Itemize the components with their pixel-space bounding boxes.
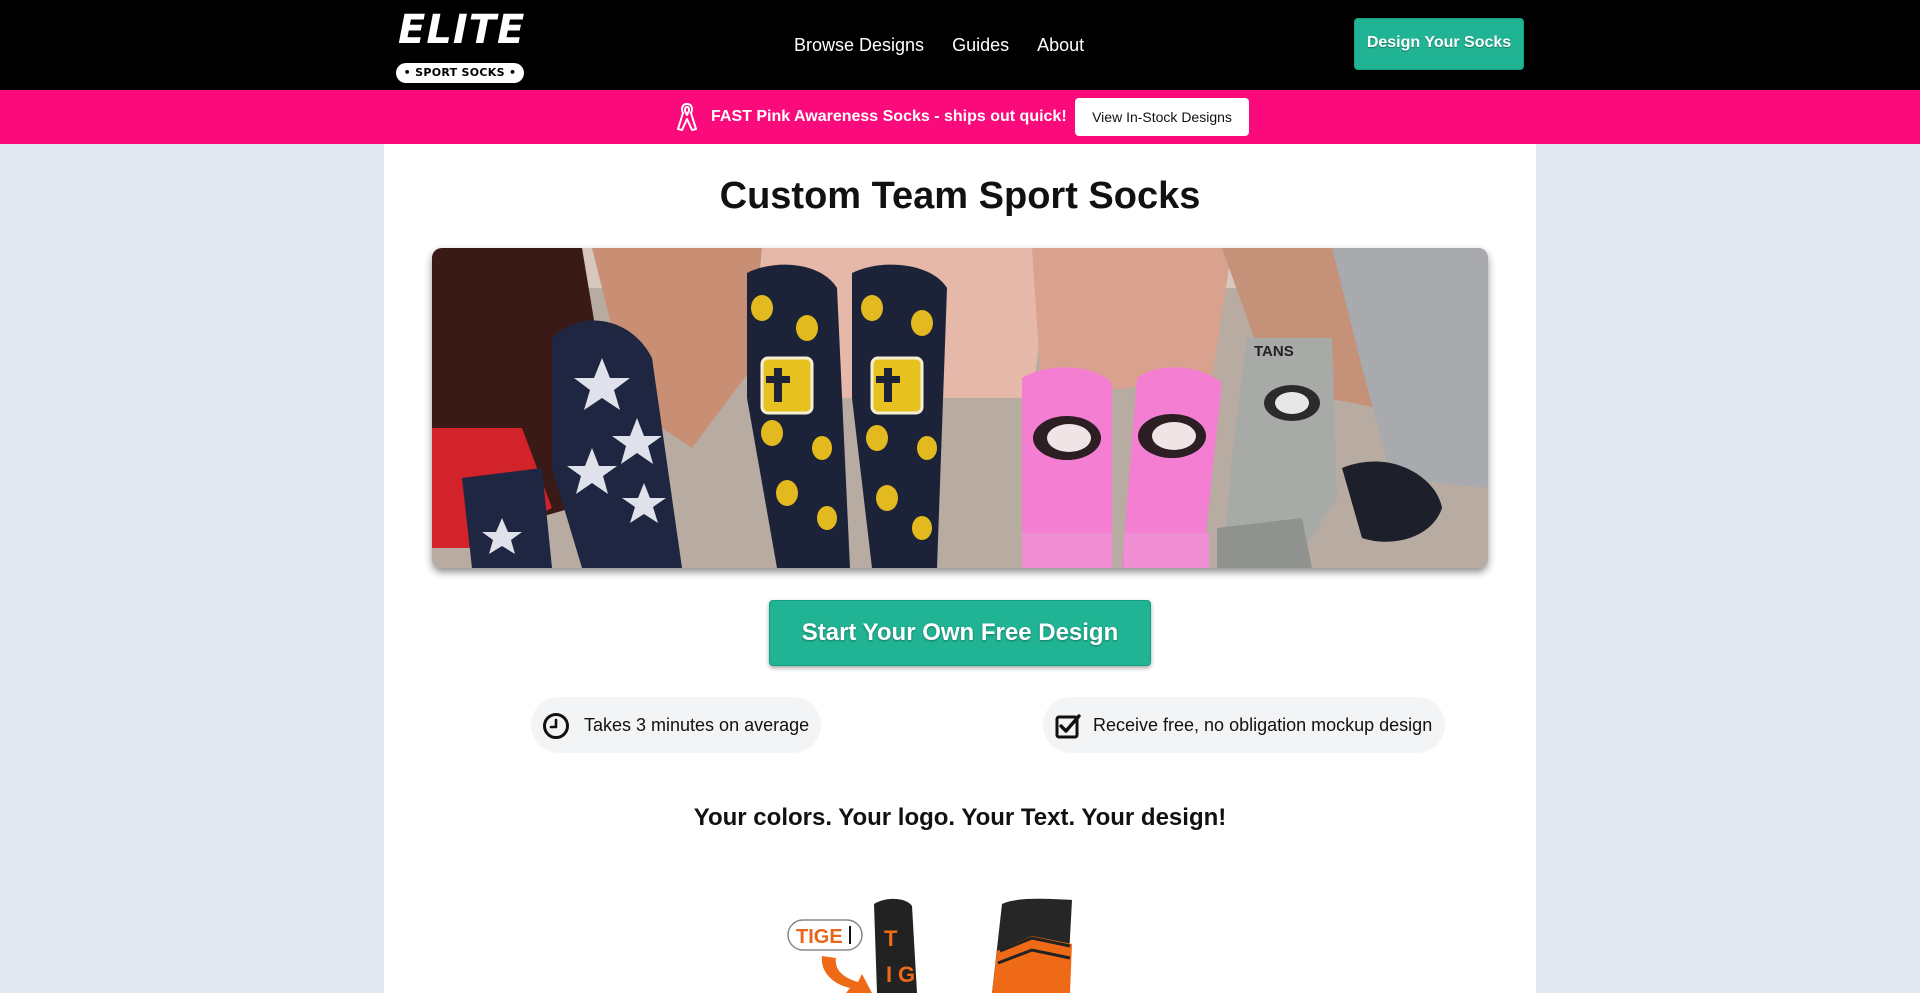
design-your-socks-button[interactable]: Design Your Socks [1354, 18, 1524, 70]
svg-text:TANS: TANS [1254, 343, 1294, 360]
svg-text:I: I [886, 962, 892, 987]
feature-time-estimate: Takes 3 minutes on average [531, 697, 821, 753]
svg-text:T: T [884, 926, 898, 951]
feature-text: Takes 3 minutes on average [584, 715, 810, 735]
hero-socks-photo: TANS [432, 248, 1488, 568]
start-free-design-button[interactable]: Start Your Own Free Design [769, 600, 1151, 666]
logo-subtitle: • SPORT SOCKS • [396, 63, 524, 83]
svg-text:G: G [898, 962, 915, 987]
view-in-stock-designs-button[interactable]: View In-Stock Designs [1075, 98, 1249, 136]
checkbox-checked-icon [1055, 714, 1081, 739]
awareness-ribbon-icon [677, 103, 697, 131]
nav-browse-designs[interactable]: Browse Designs [794, 30, 924, 60]
elite-sport-socks-logo[interactable]: ELITE • SPORT SOCKS • [394, 6, 526, 84]
preview-text-input: TIGE [796, 926, 843, 948]
clock-icon [543, 713, 569, 739]
logo-wordmark: ELITE [398, 7, 526, 53]
nav-about[interactable]: About [1037, 30, 1084, 60]
page-title: Custom Team Sport Socks [719, 175, 1201, 217]
main-nav: Browse Designs Guides About [794, 30, 1084, 60]
design-tagline: Your colors. Your logo. Your Text. Your … [693, 804, 1227, 831]
feature-free-mockup: Receive free, no obligation mockup desig… [1043, 697, 1445, 753]
promo-text: FAST Pink Awareness Socks - ships out qu… [711, 108, 1067, 125]
feature-text: Receive free, no obligation mockup desig… [1093, 715, 1433, 735]
nav-guides[interactable]: Guides [952, 30, 1009, 60]
sock-design-preview-image: TIGE T I G [782, 896, 1082, 993]
